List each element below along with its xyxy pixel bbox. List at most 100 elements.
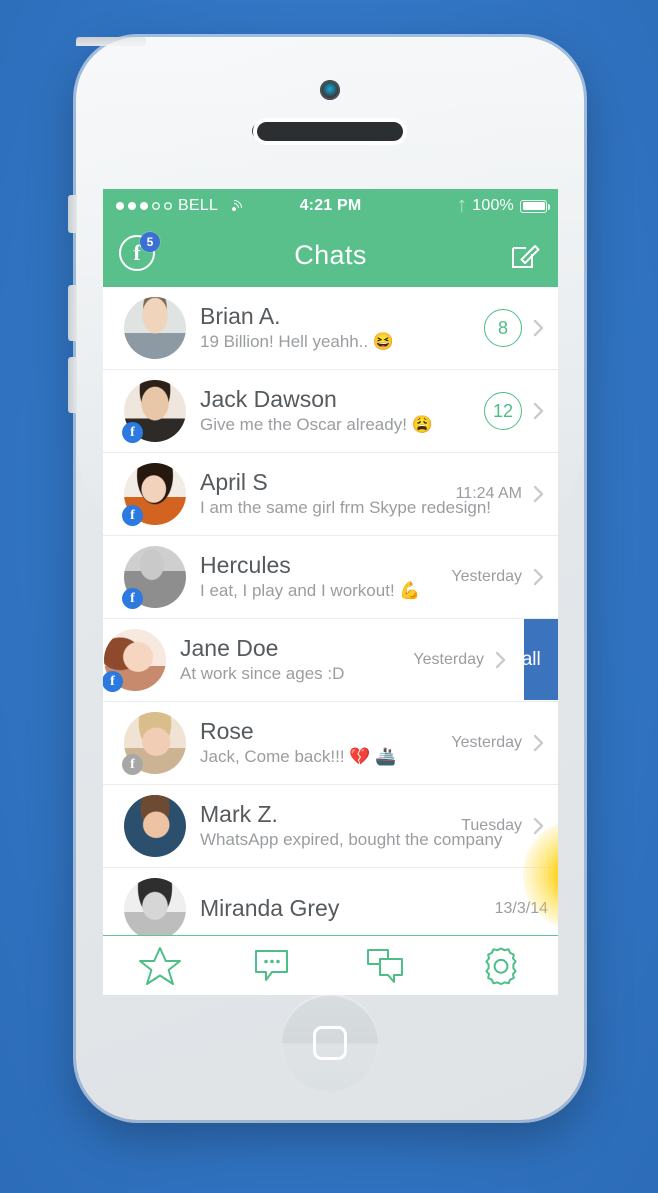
list-item-meta: 11:24 AM <box>456 485 522 503</box>
contact-name: Jane Doe <box>180 635 279 662</box>
battery-percent: 100% <box>472 197 514 214</box>
message-preview: 19 Billion! Hell yeahh.. 😆 <box>200 331 395 351</box>
list-item-trailing: 8 <box>476 309 548 347</box>
unread-badge: 8 <box>484 309 522 347</box>
list-item[interactable]: f Hercules I eat, I play and I workout! … <box>103 536 558 619</box>
home-button-square-icon <box>313 1026 347 1060</box>
facebook-notification-badge: 5 <box>140 232 160 252</box>
avatar: f <box>103 629 166 692</box>
list-item-content: Jack Dawson Give me the Oscar already! 😩 <box>186 386 476 436</box>
avatar: f <box>122 712 186 775</box>
page-title: Chats <box>294 239 367 270</box>
list-item-content: Jane Doe At work since ages :D <box>166 635 413 685</box>
chevron-right-icon[interactable] <box>530 485 548 503</box>
chevron-right-icon[interactable] <box>530 319 548 337</box>
navigation-bar: f 5 Chats <box>103 223 558 287</box>
facebook-badge-icon: f <box>122 505 143 526</box>
timestamp: Yesterday <box>413 651 484 668</box>
list-item-swiped[interactable]: f Jane Doe At work since ages :D Yesterd… <box>103 619 558 702</box>
message-preview: I am the same girl frm Skype redesign! <box>200 497 492 517</box>
message-preview: Jack, Come back!!! 💔 🚢 <box>200 746 397 766</box>
avatar <box>124 795 186 857</box>
tab-favorites[interactable] <box>103 936 217 995</box>
silent-switch[interactable] <box>68 195 77 233</box>
list-item-content: April S I am the same girl frm Skype red… <box>186 469 492 519</box>
avatar <box>124 297 186 359</box>
list-item-trailing: Tuesday <box>461 817 548 835</box>
message-preview: At work since ages :D <box>180 663 345 683</box>
facebook-badge-icon: f <box>122 754 143 775</box>
avatar <box>124 878 186 940</box>
facebook-button[interactable]: f 5 <box>119 232 160 275</box>
chevron-right-icon[interactable] <box>530 734 548 752</box>
list-item-meta: Yesterday <box>451 568 522 586</box>
avatar: f <box>122 463 186 526</box>
timestamp: 13/3/14 <box>494 900 548 917</box>
contact-name: Mark Z. <box>200 801 278 828</box>
avatar: f <box>122 546 186 609</box>
compose-button[interactable] <box>509 239 541 271</box>
contact-name: April S <box>200 469 268 496</box>
list-item-content: Brian A. 19 Billion! Hell yeahh.. 😆 <box>186 303 476 353</box>
home-button[interactable] <box>281 994 379 1092</box>
list-item-content: Hercules I eat, I play and I workout! 💪 <box>186 552 451 602</box>
tab-settings[interactable] <box>444 936 558 995</box>
tab-groups[interactable] <box>331 936 445 995</box>
swipe-action-label: Call <box>524 648 541 670</box>
tab-bar <box>103 935 558 995</box>
chevron-right-icon[interactable] <box>530 817 548 835</box>
smartphone-device: BELL 4:21 PM ᛏ 100% f 5 Chats Brian A. 1… <box>68 37 584 1120</box>
chevron-right-icon[interactable] <box>530 568 548 586</box>
volume-down-button[interactable] <box>68 357 77 413</box>
list-item[interactable]: Mark Z. WhatsApp expired, bought the com… <box>103 785 558 868</box>
chevron-right-icon[interactable] <box>492 651 510 669</box>
front-camera-icon <box>320 80 340 100</box>
contact-name: Miranda Grey <box>200 895 340 922</box>
list-item[interactable]: Brian A. 19 Billion! Hell yeahh.. 😆 8 <box>103 287 558 370</box>
facebook-badge-icon: f <box>103 671 123 692</box>
timestamp: Tuesday <box>461 817 522 834</box>
facebook-badge-icon: f <box>122 422 143 443</box>
chat-list[interactable]: Brian A. 19 Billion! Hell yeahh.. 😆 8 f … <box>103 287 558 951</box>
contact-name: Jack Dawson <box>200 386 337 413</box>
list-item-trailing: 12 <box>476 392 548 430</box>
unread-badge: 12 <box>484 392 522 430</box>
list-item-meta: Tuesday <box>461 817 522 835</box>
chat-bubble-icon <box>254 949 288 981</box>
list-item-trailing: 11:24 AM <box>456 485 548 503</box>
list-item-trailing: Yesterday <box>451 734 548 752</box>
swipe-action-call-button[interactable]: Call <box>524 619 558 700</box>
message-preview: I eat, I play and I workout! 💪 <box>200 580 421 600</box>
tab-chats[interactable] <box>217 936 331 995</box>
message-preview: Give me the Oscar already! 😩 <box>200 414 433 434</box>
contact-name: Rose <box>200 718 254 745</box>
list-item[interactable]: f April S I am the same girl frm Skype r… <box>103 453 558 536</box>
message-preview: WhatsApp expired, bought the company <box>200 829 503 849</box>
list-item-meta: Yesterday <box>451 734 522 752</box>
list-item-trailing: Yesterday <box>451 568 548 586</box>
avatar: f <box>122 380 186 443</box>
volume-up-button[interactable] <box>68 285 77 341</box>
gear-icon <box>485 947 517 985</box>
star-icon <box>138 946 181 985</box>
group-chat-icon <box>367 948 404 983</box>
list-item-meta: 13/3/14 <box>495 900 548 918</box>
phone-screen: BELL 4:21 PM ᛏ 100% f 5 Chats Brian A. 1… <box>103 189 558 995</box>
list-item[interactable]: f Rose Jack, Come back!!! 💔 🚢 Yesterday <box>103 702 558 785</box>
battery-full-icon <box>520 199 550 213</box>
power-button[interactable] <box>76 37 146 46</box>
list-item-trailing: 13/3/14 <box>495 900 548 918</box>
contact-name: Brian A. <box>200 303 281 330</box>
list-item-content: Rose Jack, Come back!!! 💔 🚢 <box>186 718 451 768</box>
chevron-right-icon[interactable] <box>530 402 548 420</box>
compose-icon <box>512 245 540 268</box>
bluetooth-icon: ᛏ <box>457 198 467 214</box>
earpiece-speaker <box>257 122 403 141</box>
facebook-badge-icon: f <box>122 588 143 609</box>
status-bar-right: ᛏ 100% <box>457 197 550 215</box>
timestamp: Yesterday <box>451 568 522 585</box>
list-item-trailing: Yesterday <box>413 651 510 669</box>
list-item-content: Mark Z. WhatsApp expired, bought the com… <box>186 801 503 851</box>
list-item[interactable]: f Jack Dawson Give me the Oscar already!… <box>103 370 558 453</box>
timestamp: 11:24 AM <box>455 485 522 502</box>
